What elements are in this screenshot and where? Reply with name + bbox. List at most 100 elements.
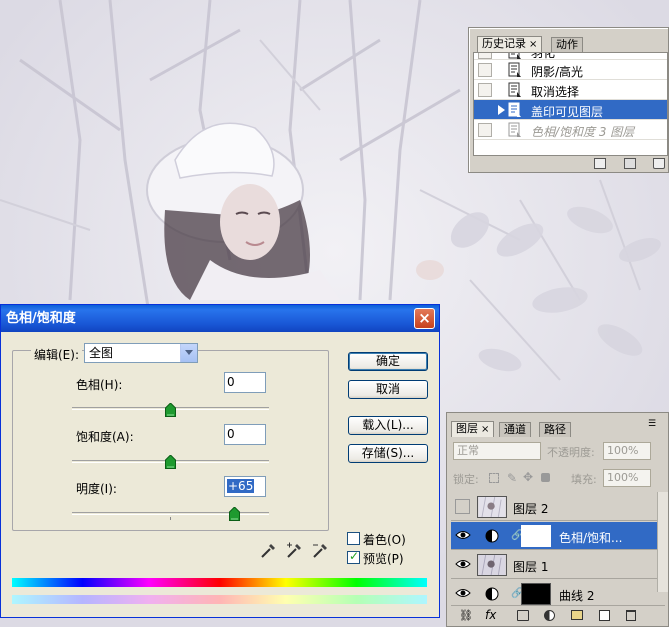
snapshot-source-box[interactable] [478, 123, 492, 137]
snapshot-source-box[interactable] [478, 83, 492, 97]
new-document-icon[interactable] [594, 158, 606, 169]
adjustment-layer-icon [485, 587, 499, 601]
layer-row[interactable]: 🔗 曲线 2 [451, 580, 665, 606]
layer-mask-thumbnail[interactable] [521, 583, 551, 605]
ok-button-label: 确定 [375, 354, 400, 368]
layers-scrollbar[interactable] [657, 492, 668, 592]
lock-paint-icon[interactable]: ✎ [507, 471, 517, 485]
edit-range-value: 全图 [89, 346, 114, 360]
lightness-input[interactable]: +65 [224, 476, 266, 497]
history-item-label: 取消选择 [531, 85, 580, 99]
eye-icon[interactable] [455, 586, 471, 600]
lock-all-icon[interactable] [541, 473, 550, 482]
edit-range-select[interactable]: 全图 [84, 343, 198, 363]
blend-row: 正常 不透明度: 100% [451, 442, 665, 464]
new-adjustment-icon[interactable] [544, 610, 555, 621]
eye-icon[interactable] [455, 557, 471, 571]
saturation-label: 饱和度(A): [76, 430, 134, 444]
opacity-value: 100% [607, 444, 639, 457]
history-state-icon [508, 53, 521, 59]
layer-style-icon[interactable]: fx [485, 608, 496, 622]
close-icon[interactable]: × [481, 424, 489, 435]
hue-input[interactable]: 0 [224, 372, 266, 393]
load-button[interactable]: 载入(L)... [348, 416, 428, 435]
tab-layers[interactable]: 图层 × [451, 421, 495, 437]
chevron-down-icon[interactable] [180, 344, 197, 362]
link-layers-icon[interactable]: ⛓ [459, 609, 473, 622]
eyedropper-icon[interactable] [259, 542, 277, 560]
tab-actions[interactable]: 动作 [551, 37, 583, 52]
fill-input[interactable]: 100% [603, 469, 651, 487]
tab-actions-label: 动作 [556, 38, 578, 51]
history-item-label: 阴影/高光 [531, 65, 584, 79]
blend-mode-select[interactable]: 正常 [453, 442, 541, 460]
layers-tab-bar: 图层 × 通道 路径 ☰ [447, 413, 668, 437]
hue-slider-thumb[interactable] [165, 403, 176, 417]
snapshot-source-box[interactable] [478, 63, 492, 77]
history-state-icon [508, 82, 521, 97]
save-button[interactable]: 存储(S)... [348, 444, 428, 463]
cancel-button[interactable]: 取消 [348, 380, 428, 399]
current-state-arrow-icon [498, 105, 505, 115]
eyedropper-plus-icon[interactable] [285, 542, 303, 560]
tab-channels[interactable]: 通道 [499, 422, 531, 437]
hue-saturation-dialog: 色相/饱和度 × 编辑(E): 全图 色相(H): 0 饱和度(A): 0 明度… [0, 304, 440, 618]
add-mask-icon[interactable] [517, 610, 529, 621]
panel-menu-icon[interactable]: ☰ [648, 419, 656, 429]
history-list: 羽化 阴影/高光 取消选择 盖印可见图层 色相/饱和度 3 图层 [473, 52, 668, 156]
lock-row: 锁定: ✎ ✥ 填充: 100% [451, 469, 665, 491]
history-item-label: 色相/饱和度 3 图层 [531, 125, 635, 139]
history-tab-bar: 历史记录 × 动作 [469, 28, 668, 52]
saturation-slider-thumb[interactable] [165, 455, 176, 469]
colorize-checkbox[interactable] [347, 532, 360, 545]
trash-icon[interactable] [626, 610, 636, 621]
saturation-input[interactable]: 0 [224, 424, 266, 445]
lightness-label: 明度(I): [76, 482, 117, 496]
trash-icon[interactable] [653, 158, 665, 169]
tab-history[interactable]: 历史记录 × [477, 36, 543, 52]
preview-label: 预览(P) [363, 552, 404, 566]
snapshot-source-box[interactable] [478, 53, 492, 59]
input-hue-bar [12, 578, 427, 587]
lock-transparent-icon[interactable] [489, 473, 499, 483]
fill-label: 填充: [571, 473, 597, 486]
output-hue-bar [12, 595, 427, 604]
dialog-title: 色相/饱和度 [6, 311, 76, 326]
history-item-selected[interactable]: 盖印可见图层 [474, 100, 667, 120]
close-icon[interactable]: × [529, 39, 537, 50]
dialog-title-bar[interactable]: 色相/饱和度 × [1, 305, 439, 332]
new-group-icon[interactable] [571, 610, 583, 620]
layer-row[interactable]: 图层 1 [451, 551, 665, 579]
adjustment-group [12, 350, 329, 531]
tab-paths[interactable]: 路径 [539, 422, 571, 437]
layer-row-selected[interactable]: 🔗 色相/饱和... [451, 522, 665, 550]
snapshot-camera-icon[interactable] [624, 158, 636, 169]
history-state-icon [508, 62, 521, 77]
blend-mode-value: 正常 [457, 444, 479, 457]
saturation-value: 0 [227, 427, 235, 441]
snapshot-source-box[interactable] [478, 103, 492, 117]
history-item[interactable]: 羽化 [474, 53, 667, 60]
layer-mask-thumbnail[interactable] [521, 525, 551, 547]
hue-label: 色相(H): [76, 378, 123, 392]
new-layer-icon[interactable] [599, 610, 610, 621]
tab-channels-label: 通道 [504, 423, 526, 436]
preview-checkbox[interactable] [347, 549, 360, 564]
history-item[interactable]: 阴影/高光 [474, 60, 667, 80]
lightness-slider-thumb[interactable] [229, 507, 240, 521]
opacity-input[interactable]: 100% [603, 442, 651, 460]
history-item-undone[interactable]: 色相/饱和度 3 图层 [474, 120, 667, 140]
ok-button[interactable]: 确定 [348, 352, 428, 371]
tab-history-label: 历史记录 [482, 37, 526, 50]
lock-move-icon[interactable]: ✥ [523, 470, 533, 484]
fill-value: 100% [607, 471, 639, 484]
layer-thumbnail [477, 496, 507, 518]
dialog-close-button[interactable]: × [414, 308, 435, 329]
history-state-icon [508, 122, 521, 137]
eye-icon[interactable] [455, 528, 471, 542]
eyedropper-minus-icon[interactable] [311, 542, 329, 560]
visibility-toggle[interactable] [455, 499, 470, 514]
edit-label: 编辑(E): [31, 346, 82, 363]
history-item[interactable]: 取消选择 [474, 80, 667, 100]
layer-row[interactable]: 图层 2 [451, 493, 665, 521]
